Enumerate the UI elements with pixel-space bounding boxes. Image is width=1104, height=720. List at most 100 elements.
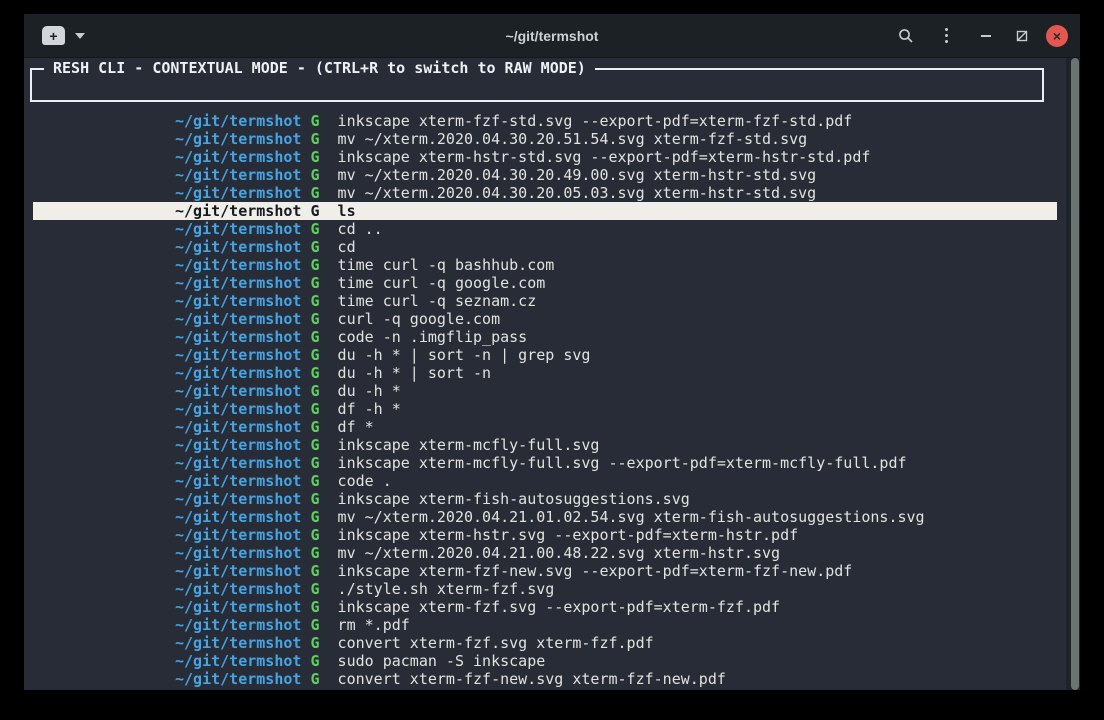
cwd-path: ~/git/termshot xyxy=(175,292,301,310)
cwd-path: ~/git/termshot xyxy=(175,490,301,508)
restore-window-icon xyxy=(1016,30,1028,42)
scrollbar-thumb[interactable] xyxy=(1071,58,1079,690)
cwd-path: ~/git/termshot xyxy=(175,346,301,364)
command-text: mv ~/xterm.2020.04.30.20.05.03.svg xterm… xyxy=(320,184,817,202)
history-row[interactable]: ~/git/termshot G df -h * xyxy=(33,400,1057,418)
history-row[interactable]: ~/git/termshot G mv ~/xterm.2020.04.21.0… xyxy=(33,544,1057,562)
history-row[interactable]: ~/git/termshot G du -h * | sort -n xyxy=(33,364,1057,382)
history-row[interactable]: ~/git/termshot G df * xyxy=(33,418,1057,436)
git-branch-indicator: G xyxy=(301,184,319,202)
git-branch-indicator: G xyxy=(301,526,319,544)
cwd-path: ~/git/termshot xyxy=(175,436,301,454)
history-row[interactable]: ~/git/termshot G ls xyxy=(33,202,1057,220)
history-row[interactable]: ~/git/termshot G mv ~/xterm.2020.04.30.2… xyxy=(33,166,1057,184)
chevron-down-icon[interactable] xyxy=(75,33,85,39)
cwd-path: ~/git/termshot xyxy=(175,526,301,544)
restore-button[interactable] xyxy=(1010,24,1034,48)
resh-search-input[interactable] xyxy=(34,72,1040,98)
history-row[interactable]: ~/git/termshot G rm *.pdf xyxy=(33,616,1057,634)
history-row[interactable]: ~/git/termshot G convert xterm-fzf.svg x… xyxy=(33,634,1057,652)
git-branch-indicator: G xyxy=(301,256,319,274)
cwd-path: ~/git/termshot xyxy=(175,634,301,652)
new-tab-button[interactable]: + xyxy=(42,26,65,45)
git-branch-indicator: G xyxy=(301,238,319,256)
cwd-path: ~/git/termshot xyxy=(175,400,301,418)
git-branch-indicator: G xyxy=(301,616,319,634)
command-text: code -n .imgflip_pass xyxy=(320,328,528,346)
history-row[interactable]: ~/git/termshot G code -n .imgflip_pass xyxy=(33,328,1057,346)
cwd-path: ~/git/termshot xyxy=(175,202,301,220)
git-branch-indicator: G xyxy=(301,580,319,598)
history-row[interactable]: ~/git/termshot G inkscape xterm-fzf-new.… xyxy=(33,562,1057,580)
history-row[interactable]: ~/git/termshot G convert xterm-fzf-new.s… xyxy=(33,670,1057,688)
plus-icon: + xyxy=(49,29,57,43)
history-row[interactable]: ~/git/termshot G code . xyxy=(33,472,1057,490)
history-row[interactable]: ~/git/termshot G inkscape xterm-fish-aut… xyxy=(33,490,1057,508)
history-row[interactable]: ~/git/termshot G cd xyxy=(33,238,1057,256)
history-row[interactable]: ~/git/termshot G du -h * | sort -n | gre… xyxy=(33,346,1057,364)
git-branch-indicator: G xyxy=(301,328,319,346)
git-branch-indicator: G xyxy=(301,670,319,688)
titlebar-right-controls: × xyxy=(894,24,1080,48)
history-row[interactable]: ~/git/termshot G inkscape xterm-hstr-std… xyxy=(33,148,1057,166)
git-branch-indicator: G xyxy=(301,490,319,508)
history-row[interactable]: ~/git/termshot G cd .. xyxy=(33,220,1057,238)
command-text: du -h * | sort -n | grep svg xyxy=(320,346,591,364)
git-branch-indicator: G xyxy=(301,544,319,562)
history-row[interactable]: ~/git/termshot G inkscape xterm-mcfly-fu… xyxy=(33,436,1057,454)
titlebar-left-controls: + xyxy=(42,26,85,45)
history-row[interactable]: ~/git/termshot G inkscape xterm-fzf-std.… xyxy=(33,112,1057,130)
history-row[interactable]: ~/git/termshot G mv ~/xterm.2020.04.30.2… xyxy=(33,184,1057,202)
history-row[interactable]: ~/git/termshot G time curl -q google.com xyxy=(33,274,1057,292)
command-text: inkscape xterm-fzf-new.svg --export-pdf=… xyxy=(320,562,853,580)
command-text: du -h * | sort -n xyxy=(320,364,492,382)
git-branch-indicator: G xyxy=(301,598,319,616)
cwd-path: ~/git/termshot xyxy=(175,508,301,526)
history-row[interactable]: ~/git/termshot G mv ~/xterm.2020.04.21.0… xyxy=(33,508,1057,526)
history-row[interactable]: ~/git/termshot G mv ~/xterm.2020.04.30.2… xyxy=(33,130,1057,148)
command-text: ls xyxy=(320,202,356,220)
command-text: inkscape xterm-hstr.svg --export-pdf=xte… xyxy=(320,526,799,544)
menu-button[interactable] xyxy=(934,24,958,48)
close-icon: × xyxy=(1053,29,1061,43)
command-text: ./style.sh xterm-fzf.svg xyxy=(320,580,555,598)
git-branch-indicator: G xyxy=(301,364,319,382)
cwd-path: ~/git/termshot xyxy=(175,598,301,616)
git-branch-indicator: G xyxy=(301,274,319,292)
command-text: time curl -q seznam.cz xyxy=(320,292,537,310)
command-text: inkscape xterm-fzf.svg --export-pdf=xter… xyxy=(320,598,781,616)
scrollbar-track[interactable] xyxy=(1066,58,1080,690)
command-text: time curl -q google.com xyxy=(320,274,546,292)
command-text: mv ~/xterm.2020.04.30.20.49.00.svg xterm… xyxy=(320,166,817,184)
cwd-path: ~/git/termshot xyxy=(175,220,301,238)
command-text: du -h * xyxy=(320,382,401,400)
cwd-path: ~/git/termshot xyxy=(175,166,301,184)
titlebar: + ~/git/termshot xyxy=(24,14,1080,58)
terminal-window: + ~/git/termshot xyxy=(24,14,1080,690)
history-row[interactable]: ~/git/termshot G time curl -q seznam.cz xyxy=(33,292,1057,310)
history-row[interactable]: ~/git/termshot G ./style.sh xterm-fzf.sv… xyxy=(33,580,1057,598)
history-list: ~/git/termshot G inkscape xterm-fzf-std.… xyxy=(24,112,1080,688)
history-row[interactable]: ~/git/termshot G sudo pacman -S inkscape xyxy=(33,652,1057,670)
git-branch-indicator: G xyxy=(301,310,319,328)
command-text: inkscape xterm-hstr-std.svg --export-pdf… xyxy=(320,148,871,166)
close-button[interactable]: × xyxy=(1046,25,1068,47)
cwd-path: ~/git/termshot xyxy=(175,238,301,256)
history-row[interactable]: ~/git/termshot G du -h * xyxy=(33,382,1057,400)
cwd-path: ~/git/termshot xyxy=(175,184,301,202)
history-row[interactable]: ~/git/termshot G time curl -q bashhub.co… xyxy=(33,256,1057,274)
command-text: cd .. xyxy=(320,220,383,238)
command-text: curl -q google.com xyxy=(320,310,501,328)
history-row[interactable]: ~/git/termshot G curl -q google.com xyxy=(33,310,1057,328)
git-branch-indicator: G xyxy=(301,202,319,220)
cwd-path: ~/git/termshot xyxy=(175,544,301,562)
history-row[interactable]: ~/git/termshot G inkscape xterm-mcfly-fu… xyxy=(33,454,1057,472)
history-row[interactable]: ~/git/termshot G inkscape xterm-hstr.svg… xyxy=(33,526,1057,544)
minimize-button[interactable] xyxy=(974,24,998,48)
cwd-path: ~/git/termshot xyxy=(175,562,301,580)
cwd-path: ~/git/termshot xyxy=(175,328,301,346)
search-button[interactable] xyxy=(894,24,918,48)
kebab-menu-icon xyxy=(945,28,948,43)
history-row[interactable]: ~/git/termshot G inkscape xterm-fzf.svg … xyxy=(33,598,1057,616)
git-branch-indicator: G xyxy=(301,112,319,130)
